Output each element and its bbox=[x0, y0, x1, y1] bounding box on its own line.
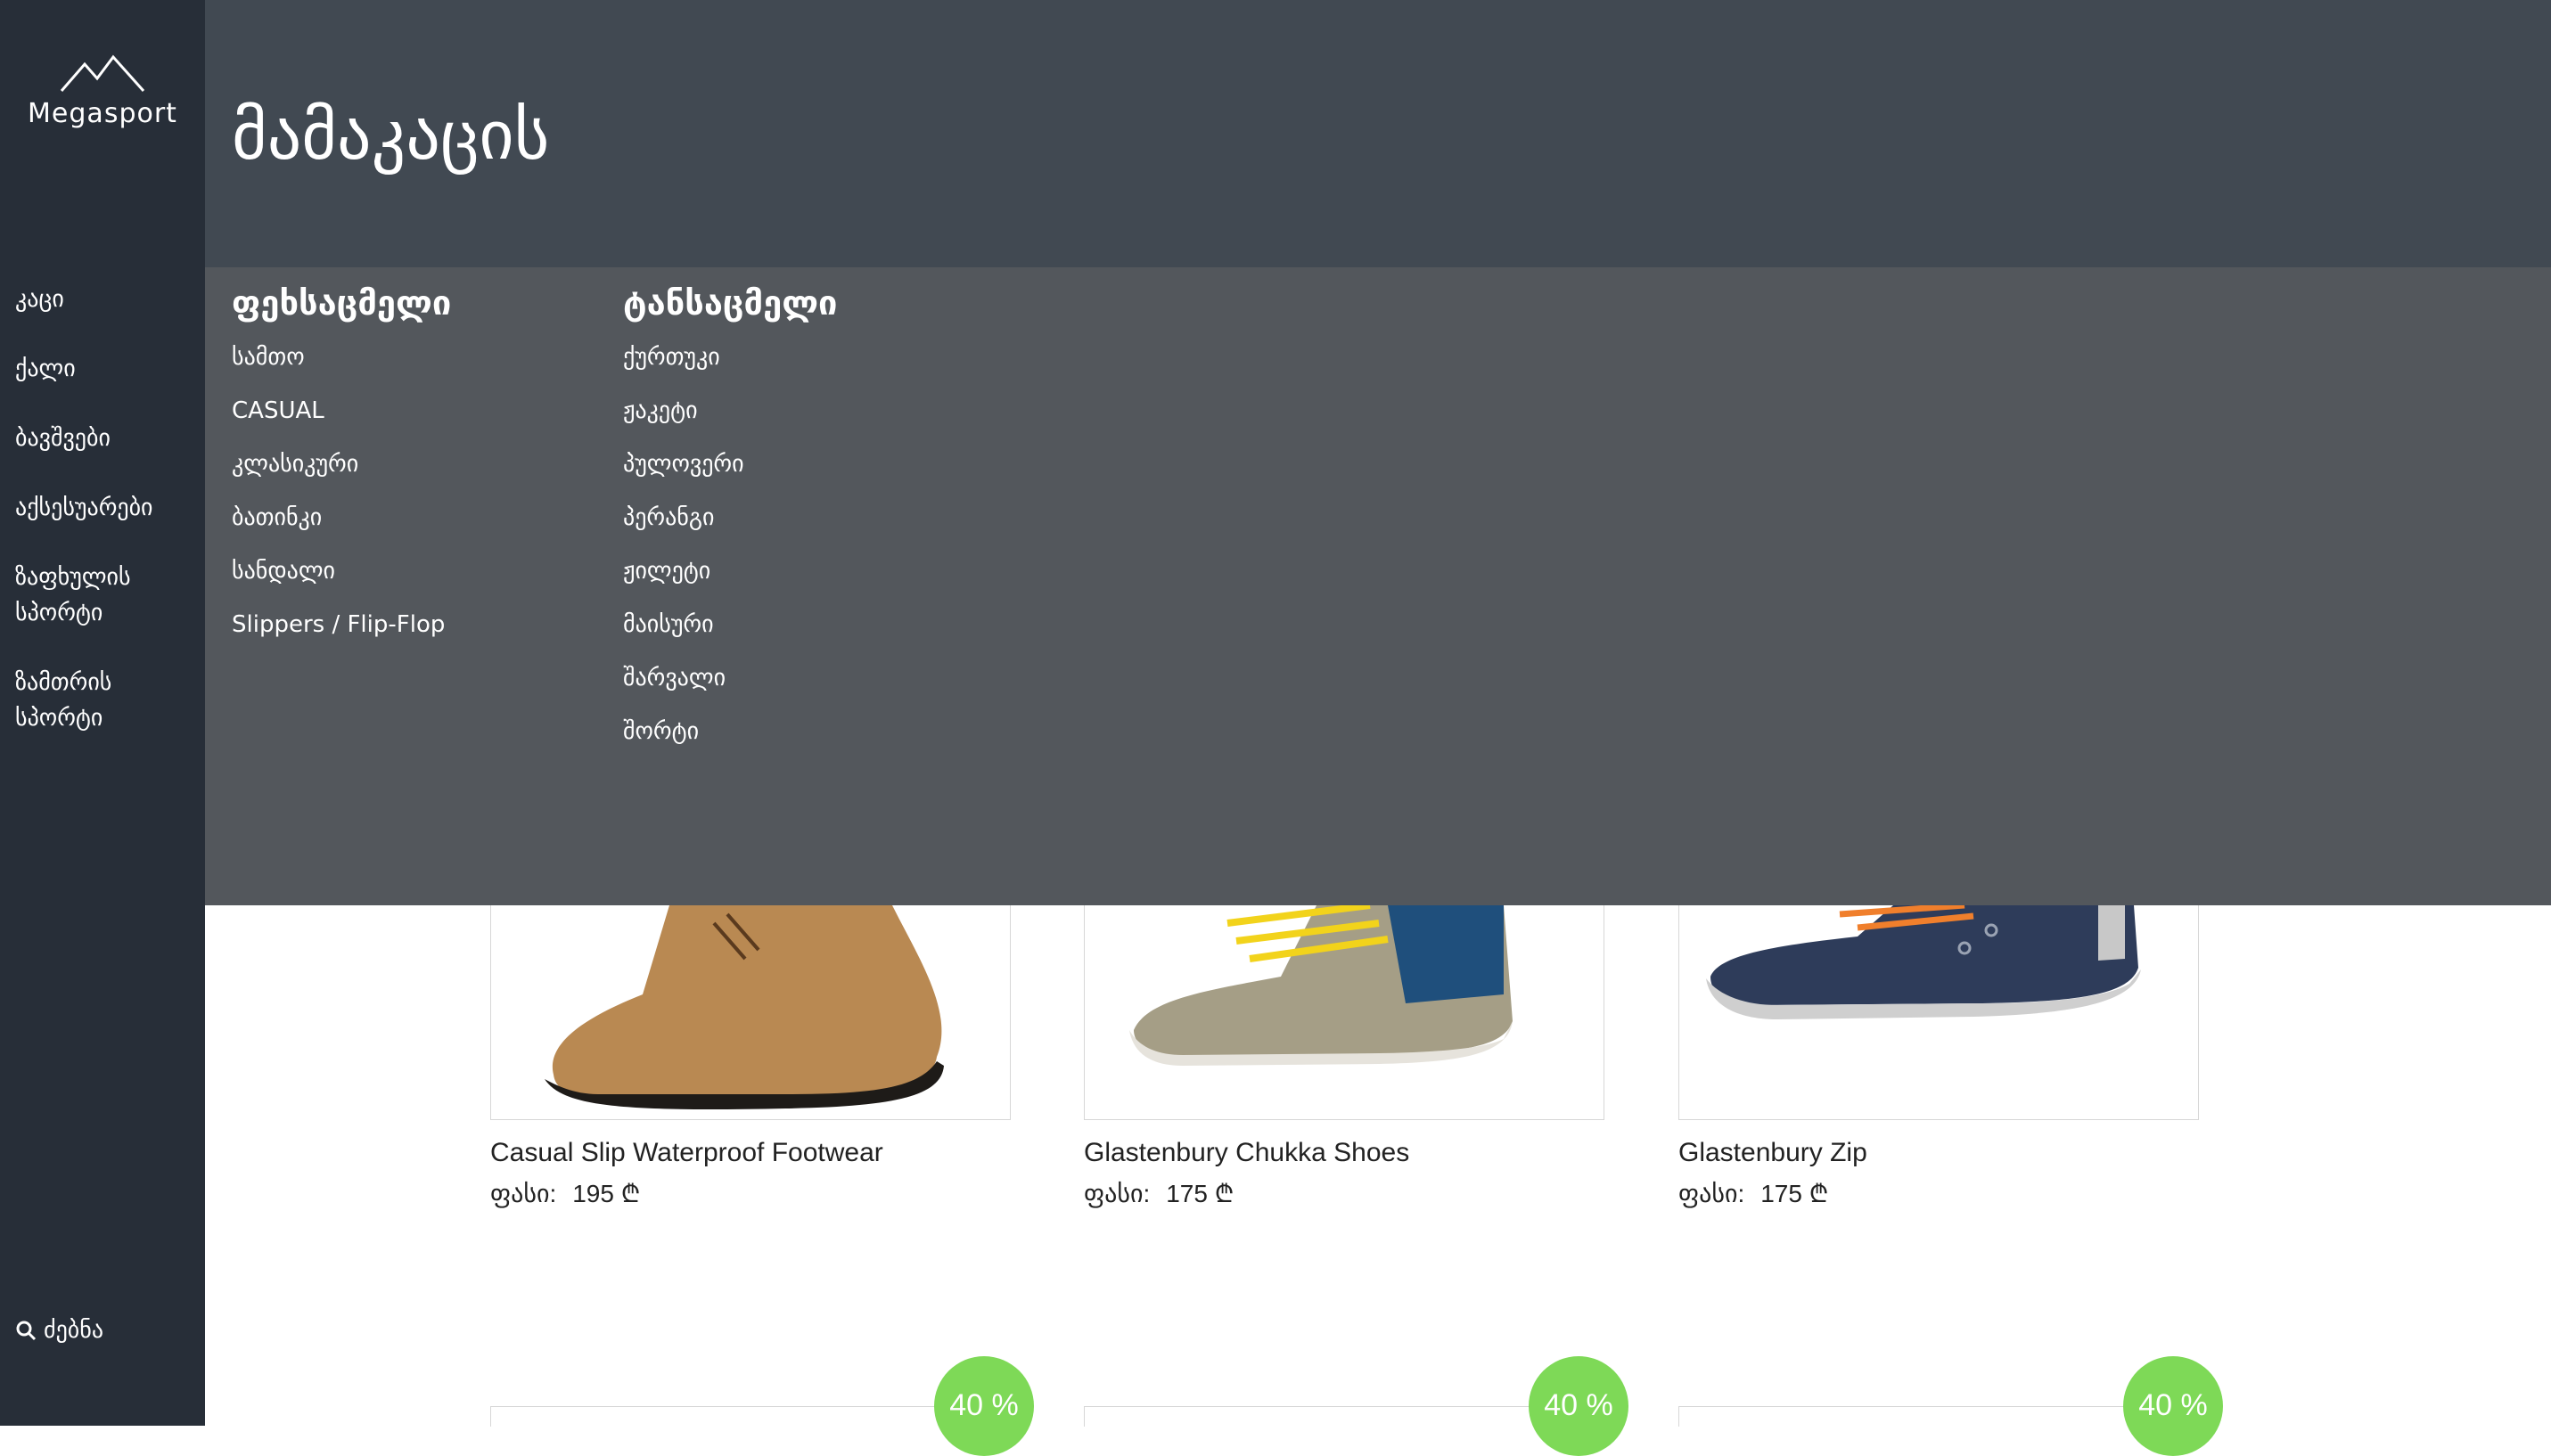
product-card[interactable] bbox=[1678, 1406, 2201, 1427]
product-card[interactable]: Glastenbury Zip ფასი: 175 ₾ bbox=[1678, 905, 2199, 1211]
menu-heading-clothing[interactable]: ტანსაცმელი bbox=[623, 282, 837, 324]
mega-menu: ფეხსაცმელი სამთო CASUAL კლასიკური ბათინკ… bbox=[205, 267, 2551, 905]
price-label: ფასი: bbox=[1084, 1180, 1151, 1207]
price-label: ფასი: bbox=[490, 1180, 557, 1207]
menu-heading-footwear[interactable]: ფეხსაცმელი bbox=[232, 282, 451, 324]
sidebar-item-men[interactable]: კაცი bbox=[15, 282, 193, 317]
sidebar-item-kids[interactable]: ბავშვები bbox=[15, 421, 193, 456]
page-title: მამაკაცის bbox=[232, 95, 550, 175]
product-card[interactable]: Glastenbury Chukka Shoes ფასი: 175 ₾ bbox=[1084, 905, 1604, 1211]
menu-item-blazer[interactable]: ჟაკეტი bbox=[623, 396, 837, 426]
product-price: ფასი: 175 ₾ bbox=[1678, 1177, 2199, 1211]
product-name[interactable]: Casual Slip Waterproof Footwear bbox=[490, 1136, 1011, 1170]
product-price: ფასი: 175 ₾ bbox=[1084, 1177, 1604, 1211]
menu-item-vest[interactable]: ჟილეტი bbox=[623, 556, 837, 586]
sidebar-item-women[interactable]: ქალი bbox=[15, 351, 193, 387]
product-card[interactable]: Casual Slip Waterproof Footwear ფასი: 195… bbox=[490, 905, 1011, 1211]
price-value: 175 ₾ bbox=[1760, 1180, 1829, 1207]
menu-item-trousers[interactable]: შარვალი bbox=[623, 663, 837, 693]
brand-name: Megasport bbox=[28, 98, 177, 129]
menu-item-mountain[interactable]: სამთო bbox=[232, 342, 451, 372]
menu-item-tshirt[interactable]: მაისური bbox=[623, 609, 837, 640]
search-label: ძებნა bbox=[44, 1317, 104, 1344]
product-image[interactable] bbox=[1678, 905, 2199, 1120]
sidebar-item-winter-sport[interactable]: ზამთრის სპორტი bbox=[15, 665, 193, 736]
sidebar: Megasport კაცი ქალი ბავშვები აქსესუარები… bbox=[0, 0, 205, 1426]
mountain-logo-icon bbox=[60, 54, 145, 93]
logo[interactable]: Megasport bbox=[0, 52, 205, 129]
product-price: ფასი: 195 ₾ bbox=[490, 1177, 1011, 1211]
discount-badge: 40 % bbox=[934, 1356, 1034, 1456]
price-value: 195 ₾ bbox=[572, 1180, 641, 1207]
menu-column-clothing: ტანსაცმელი ქურთუკი ჟაკეტი პულოვერი პერან… bbox=[623, 282, 837, 770]
search-button[interactable]: ძებნა bbox=[15, 1317, 103, 1344]
page-header: მამაკაცის bbox=[205, 0, 2551, 267]
menu-item-pullover[interactable]: პულოვერი bbox=[623, 449, 837, 479]
product-name[interactable]: Glastenbury Chukka Shoes bbox=[1084, 1136, 1604, 1170]
menu-item-boots[interactable]: ბათინკი bbox=[232, 503, 451, 533]
menu-item-slippers[interactable]: Slippers / Flip-Flop bbox=[232, 609, 451, 640]
sidebar-nav: კაცი ქალი ბავშვები აქსესუარები ზაფხულის … bbox=[15, 282, 193, 770]
sidebar-item-accessories[interactable]: აქსესუარები bbox=[15, 490, 193, 526]
menu-item-jacket[interactable]: ქურთუკი bbox=[623, 342, 837, 372]
price-label: ფასი: bbox=[1678, 1180, 1745, 1207]
menu-item-shorts[interactable]: შორტი bbox=[623, 716, 837, 747]
price-value: 175 ₾ bbox=[1166, 1180, 1234, 1207]
discount-badge: 40 % bbox=[1529, 1356, 1628, 1456]
menu-item-sandals[interactable]: სანდალი bbox=[232, 556, 451, 586]
product-image[interactable] bbox=[1084, 905, 1604, 1120]
product-image[interactable] bbox=[490, 905, 1011, 1120]
menu-item-casual[interactable]: CASUAL bbox=[232, 396, 451, 426]
product-name[interactable]: Glastenbury Zip bbox=[1678, 1136, 2199, 1170]
search-icon bbox=[16, 1321, 37, 1341]
discount-badge: 40 % bbox=[2123, 1356, 2223, 1456]
menu-column-footwear: ფეხსაცმელი სამთო CASUAL კლასიკური ბათინკ… bbox=[232, 282, 451, 663]
sidebar-item-summer-sport[interactable]: ზაფხულის სპორტი bbox=[15, 560, 193, 631]
product-card[interactable] bbox=[1084, 1406, 1606, 1427]
menu-item-shirt[interactable]: პერანგი bbox=[623, 503, 837, 533]
menu-item-classic[interactable]: კლასიკური bbox=[232, 449, 451, 479]
